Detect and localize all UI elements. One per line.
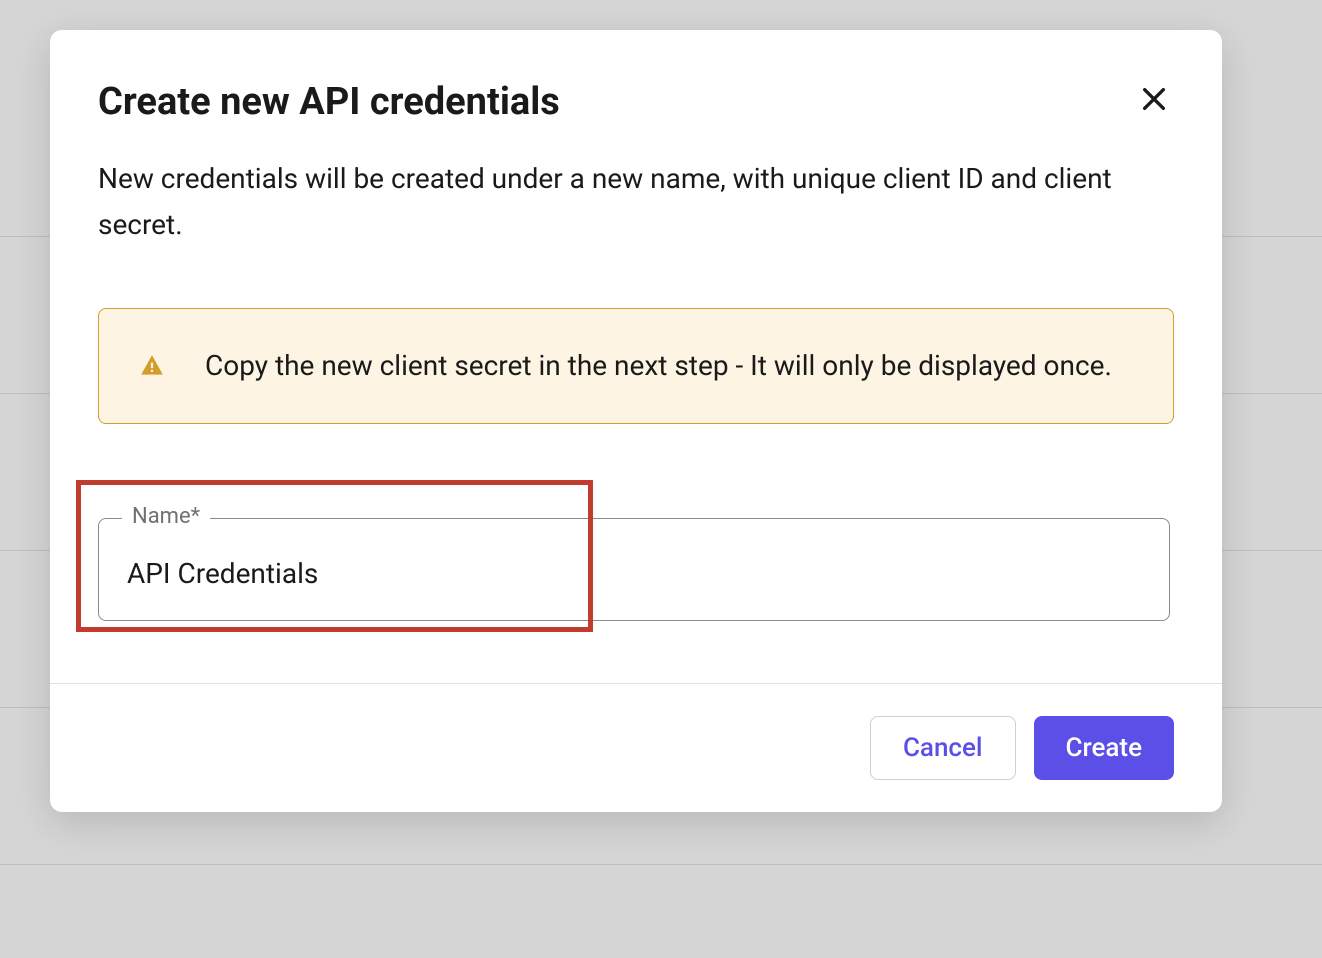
close-icon [1138, 83, 1170, 118]
highlight-box [76, 480, 593, 632]
alert-text: Copy the new client secret in the next s… [205, 343, 1112, 389]
modal-description: New credentials will be created under a … [98, 156, 1174, 248]
cancel-button[interactable]: Cancel [870, 716, 1016, 780]
modal-title: Create new API credentials [98, 80, 560, 126]
warning-icon [139, 353, 165, 379]
create-button[interactable]: Create [1034, 716, 1174, 780]
name-field-wrapper: Name* [98, 480, 1174, 621]
create-api-credentials-modal: Create new API credentials New credentia… [50, 30, 1222, 812]
warning-alert: Copy the new client secret in the next s… [98, 308, 1174, 424]
modal-header: Create new API credentials [50, 30, 1222, 156]
modal-footer: Cancel Create [50, 683, 1222, 812]
modal-body: New credentials will be created under a … [50, 156, 1222, 684]
close-button[interactable] [1134, 80, 1174, 120]
